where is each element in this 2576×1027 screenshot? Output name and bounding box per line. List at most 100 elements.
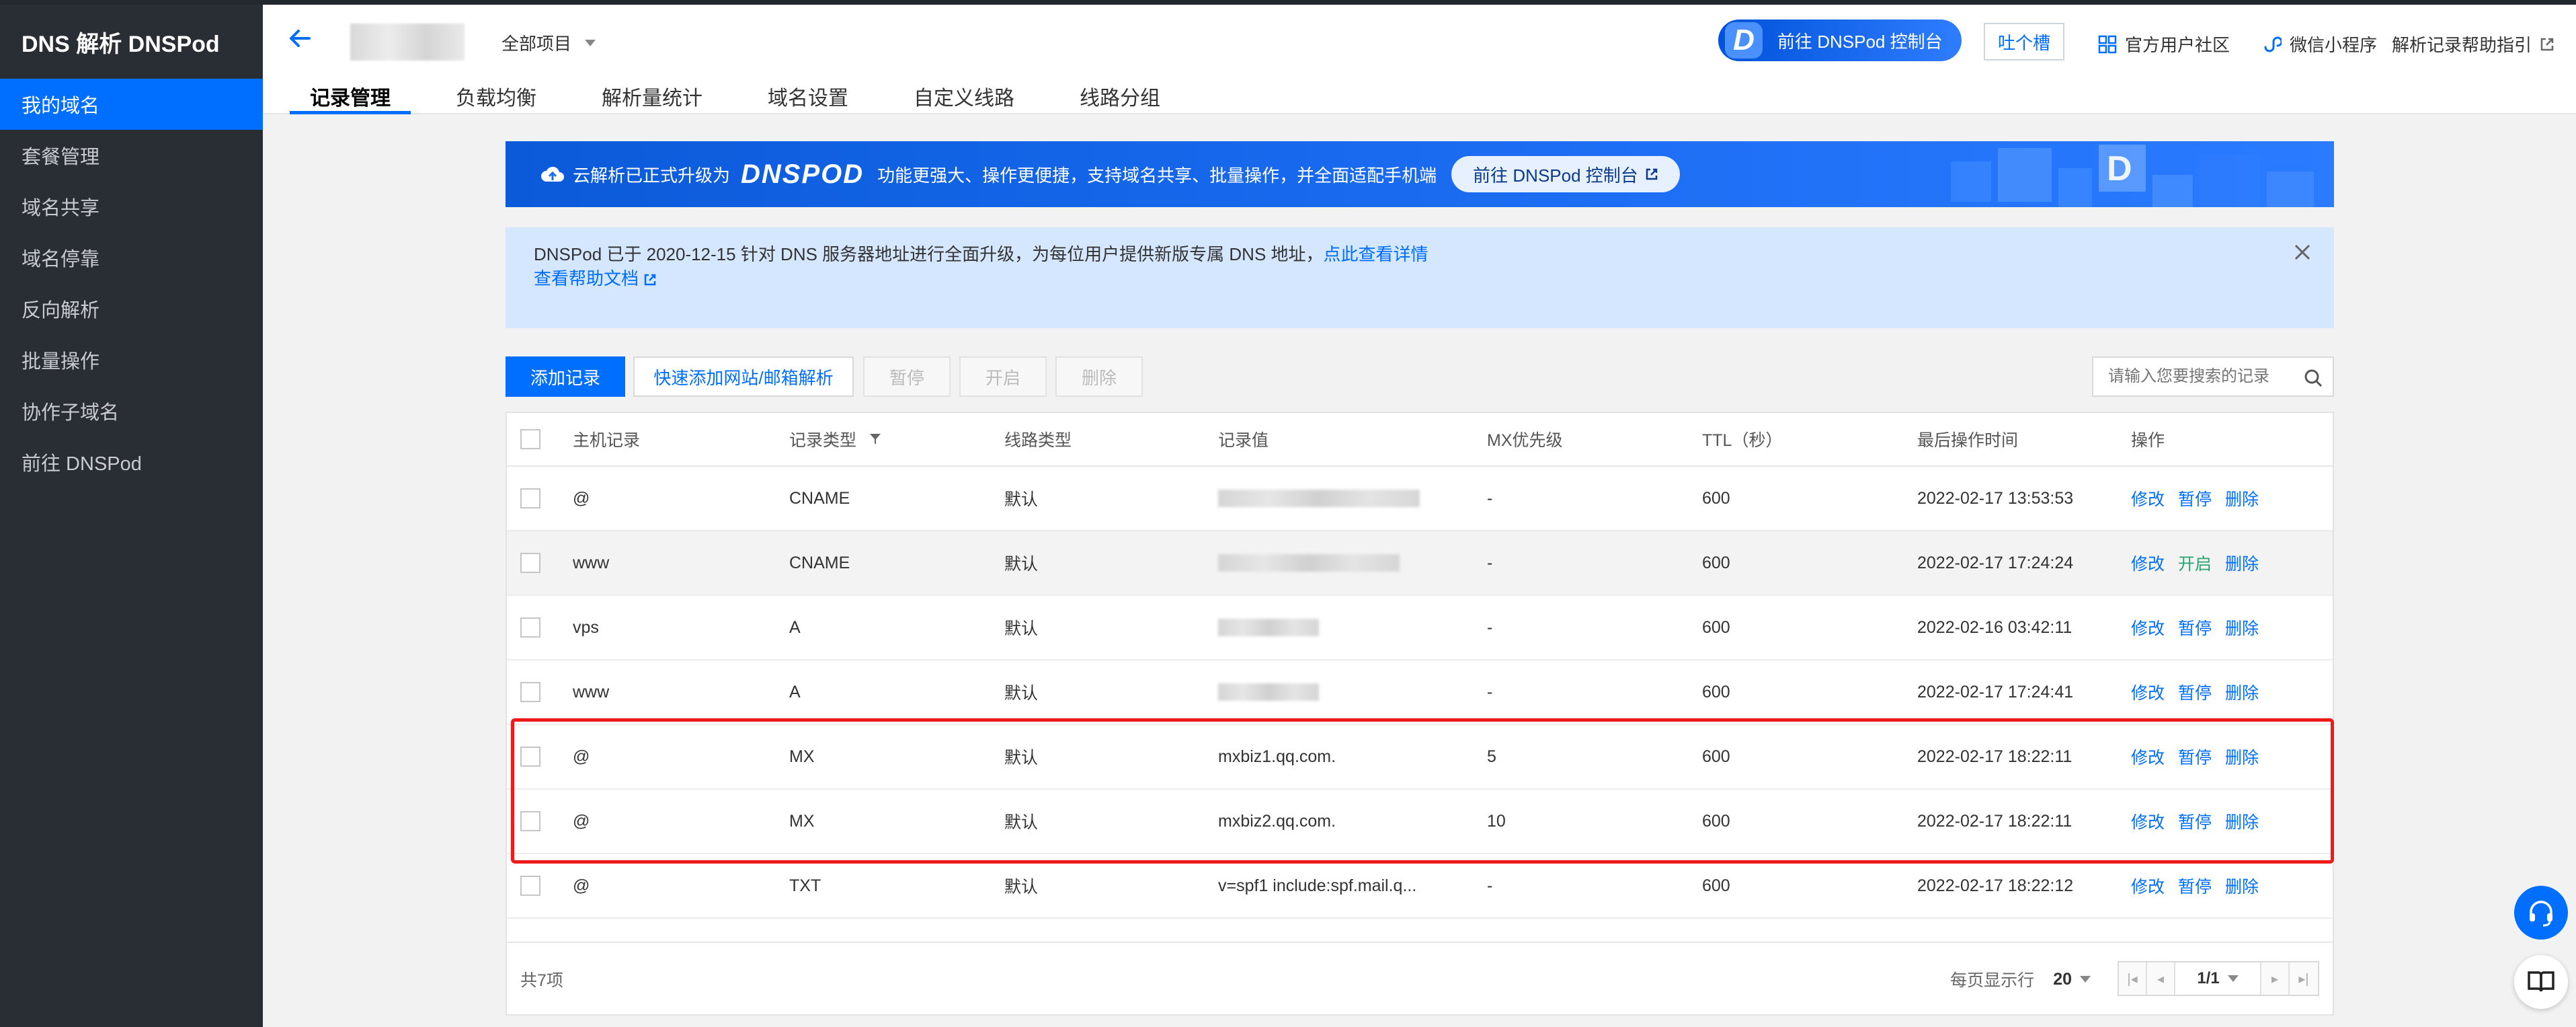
search-input[interactable] [2108,367,2290,386]
edit-link[interactable]: 修改 [2131,551,2165,575]
table-row: @ CNAME 默认 - 600 2022-02-17 13:53:53 修改 … [507,467,2333,531]
search-icon[interactable] [2303,368,2323,388]
edit-link[interactable]: 修改 [2131,874,2165,898]
delete-link[interactable]: 删除 [2225,809,2259,833]
delete-link[interactable]: 删除 [2225,680,2259,704]
book-icon [2528,971,2554,992]
sidebar-item-domain-parking[interactable]: 域名停靠 [0,232,263,283]
row-checkbox[interactable] [520,811,540,831]
redacted-value [1218,490,1420,507]
sidebar-item-batch[interactable]: 批量操作 [0,334,263,385]
goto-dnspod-console-label: 前往 DNSPod 控制台 [1777,31,1943,52]
last-page-button[interactable]: ▸| [2290,962,2318,995]
tab-load-balancing[interactable]: 负载均衡 [436,77,557,114]
delete-button[interactable]: 删除 [1055,356,1143,397]
notice-details-link[interactable]: 点此查看详情 [1324,244,1428,264]
header-ttl: TTL（秒） [1702,431,1783,450]
tab-record-management[interactable]: 记录管理 [290,77,411,114]
cell-host: www [573,553,610,572]
community-link[interactable]: 官方用户社区 [2098,32,2230,56]
row-checkbox[interactable] [520,553,540,573]
row-checkbox-cell [520,596,540,659]
cell-value: v=spf1 include:spf.mail.q... [1218,876,1417,895]
prev-page-button[interactable]: ◂ [2147,962,2175,995]
cell-mx: 10 [1487,811,1506,831]
pause-link[interactable]: 暂停 [2178,680,2212,704]
help-doc-link[interactable]: 查看帮助文档 [534,266,2334,291]
project-select[interactable]: 全部项目 [501,30,596,55]
next-page-button[interactable]: ▸ [2261,962,2290,995]
top-strip [0,0,2576,5]
cell-ttl: 600 [1702,553,1730,572]
pause-link[interactable]: 暂停 [2178,615,2212,640]
edit-link[interactable]: 修改 [2131,615,2165,640]
row-checkbox[interactable] [520,488,540,508]
enable-button[interactable]: 开启 [959,356,1047,397]
edit-link[interactable]: 修改 [2131,809,2165,833]
delete-link[interactable]: 删除 [2225,745,2259,769]
row-checkbox[interactable] [520,747,540,767]
sidebar-item-my-domains[interactable]: 我的域名 [0,79,263,130]
quick-add-button[interactable]: 快速添加网站/邮箱解析 [633,356,854,397]
miniprogram-link[interactable]: 微信小程序 [2263,32,2377,56]
cell-ttl: 600 [1702,488,1730,508]
cell-line: 默认 [1004,684,1039,703]
delete-link[interactable]: 删除 [2225,874,2259,898]
edit-link[interactable]: 修改 [2131,486,2165,510]
feedback-button[interactable]: 吐个槽 [1984,23,2064,61]
first-page-button[interactable]: |◂ [2119,962,2147,995]
delete-link[interactable]: 删除 [2225,486,2259,510]
edit-link[interactable]: 修改 [2131,680,2165,704]
customer-support-button[interactable] [2514,886,2568,940]
sidebar-item-domain-sharing[interactable]: 域名共享 [0,181,263,232]
select-all-checkbox[interactable] [520,429,540,449]
pause-link[interactable]: 暂停 [2178,745,2212,769]
page-select[interactable]: 1/1 [2175,962,2261,995]
headset-icon [2530,901,2552,927]
header-line: 线路类型 [1004,431,1072,450]
sidebar-item-plans[interactable]: 套餐管理 [0,130,263,181]
edit-link[interactable]: 修改 [2131,745,2165,769]
record-toolbar: 添加记录 快速添加网站/邮箱解析 暂停 开启 删除 [506,356,2334,397]
back-arrow-icon[interactable] [286,25,313,52]
header-type: 记录类型 [789,431,857,450]
pause-link[interactable]: 暂停 [2178,809,2212,833]
filter-icon[interactable] [869,432,882,447]
cell-ops: 修改 暂停 删除 [2131,725,2272,788]
sidebar-item-goto-dnspod[interactable]: 前往 DNSPod [0,436,263,488]
tab-query-stats[interactable]: 解析量统计 [581,77,723,114]
delete-link[interactable]: 删除 [2225,615,2259,640]
banner-goto-dnspod-button[interactable]: 前往 DNSPod 控制台 [1451,156,1680,192]
row-checkbox[interactable] [520,617,540,638]
pause-link[interactable]: 暂停 [2178,486,2212,510]
row-checkbox[interactable] [520,682,540,702]
cell-time: 2022-02-17 13:53:53 [1917,488,2074,508]
enable-link[interactable]: 开启 [2178,551,2212,575]
tab-line-groups[interactable]: 线路分组 [1059,77,1180,114]
sidebar-item-subdomain[interactable]: 协作子域名 [0,385,263,436]
documentation-button[interactable] [2514,955,2568,1009]
row-checkbox[interactable] [520,876,540,896]
cell-ops: 修改 暂停 删除 [2131,660,2272,724]
header: 全部项目 D 前往 DNSPod 控制台 吐个槽 官方用户社区 微信小程序 解析… [263,5,2576,114]
cell-time: 2022-02-17 18:22:11 [1917,747,2072,766]
header-type-cell: 记录类型 [789,413,882,465]
tab-domain-settings[interactable]: 域名设置 [748,77,869,114]
sidebar-item-reverse-dns[interactable]: 反向解析 [0,283,263,334]
goto-dnspod-console-button[interactable]: D 前往 DNSPod 控制台 [1718,20,1962,61]
page-size-select[interactable]: 20 [2053,970,2091,989]
pause-button[interactable]: 暂停 [863,356,951,397]
external-link-icon [1646,168,1658,180]
cell-ops: 修改 暂停 删除 [2131,596,2272,659]
pause-link[interactable]: 暂停 [2178,874,2212,898]
cell-time: 2022-02-17 17:24:41 [1917,682,2074,701]
delete-link[interactable]: 删除 [2225,551,2259,575]
add-record-button[interactable]: 添加记录 [506,356,625,397]
cell-ops: 修改 开启 删除 [2131,531,2272,595]
cell-host: @ [573,811,590,831]
help-guide-link[interactable]: 解析记录帮助指引 [2392,32,2554,56]
close-icon[interactable] [2292,242,2312,262]
redacted-value [1218,683,1319,701]
tab-custom-lines[interactable]: 自定义线路 [893,77,1035,114]
grid-icon [2098,35,2117,53]
